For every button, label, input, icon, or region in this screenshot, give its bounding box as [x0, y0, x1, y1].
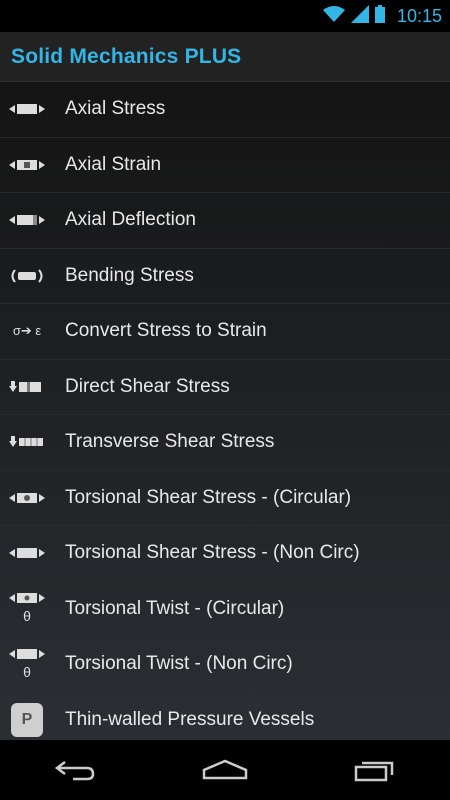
list-item-bending-stress[interactable]: Bending Stress [0, 249, 450, 304]
bending-stress-icon [0, 249, 54, 304]
list-item-direct-shear[interactable]: Direct Shear Stress [0, 360, 450, 415]
item-label: Convert Stress to Strain [65, 320, 267, 342]
axial-stress-icon [0, 82, 54, 137]
direct-shear-icon [0, 360, 54, 415]
navigation-bar [0, 740, 450, 800]
axial-deflection-icon [0, 193, 54, 248]
torsion-noncirc-icon [0, 526, 54, 581]
list-item-pressure-vessel[interactable]: P Thin-walled Pressure Vessels [0, 693, 450, 741]
item-label: Axial Strain [65, 153, 162, 175]
status-time: 10:15 [396, 5, 442, 26]
list-item-transverse-shear[interactable]: Transverse Shear Stress [0, 415, 450, 471]
transverse-shear-icon [0, 415, 54, 470]
twist-noncirc-icon: θ [0, 637, 54, 692]
twist-circular-icon: θ [0, 582, 54, 637]
menu-list: Axial Stress Axial Strain Axial Deflecti… [0, 82, 450, 740]
convert-glyph: σ➔ ε [12, 323, 42, 339]
home-button[interactable] [190, 750, 260, 790]
item-label: Direct Shear Stress [65, 375, 230, 397]
list-item-axial-stress[interactable]: Axial Stress [0, 82, 450, 138]
item-label: Bending Stress [65, 264, 194, 286]
status-bar: 10:15 [0, 0, 450, 32]
back-button[interactable] [40, 750, 110, 790]
item-label: Axial Stress [65, 98, 166, 120]
wifi-icon [322, 5, 345, 28]
list-item-torsion-circular[interactable]: Torsional Shear Stress - (Circular) [0, 471, 450, 526]
theta-glyph: θ [23, 663, 31, 680]
item-label: Axial Deflection [65, 209, 196, 231]
action-bar: Solid Mechanics PLUS [0, 32, 450, 82]
back-icon [54, 761, 95, 781]
item-label: Thin-walled Pressure Vessels [65, 709, 315, 731]
app-title: Solid Mechanics PLUS [11, 44, 242, 68]
torsion-circular-icon [0, 471, 54, 526]
item-label: Torsional Shear Stress - (Non Circ) [65, 542, 360, 564]
list-item-axial-deflection[interactable]: Axial Deflection [0, 193, 450, 249]
pressure-vessel-icon: P [0, 693, 54, 741]
item-label: Torsional Twist - (Circular) [65, 597, 285, 619]
list-item-axial-strain[interactable]: Axial Strain [0, 138, 450, 193]
convert-stress-strain-icon: σ➔ ε [0, 304, 54, 359]
list-item-convert-stress-strain[interactable]: σ➔ ε Convert Stress to Strain [0, 304, 450, 360]
item-label: Torsional Shear Stress - (Circular) [65, 486, 352, 508]
battery-icon [374, 4, 385, 28]
pressure-glyph: P [21, 711, 33, 729]
theta-glyph: θ [23, 608, 31, 625]
recent-apps-button[interactable] [340, 750, 410, 790]
recent-apps-icon [354, 761, 394, 782]
axial-strain-icon [0, 138, 54, 193]
item-label: Transverse Shear Stress [65, 431, 275, 453]
list-item-twist-circular[interactable]: θ Torsional Twist - (Circular) [0, 582, 450, 637]
signal-icon [350, 4, 369, 28]
list-item-torsion-noncirc[interactable]: Torsional Shear Stress - (Non Circ) [0, 526, 450, 582]
home-icon [202, 759, 248, 780]
list-item-twist-noncirc[interactable]: θ Torsional Twist - (Non Circ) [0, 637, 450, 693]
item-label: Torsional Twist - (Non Circ) [65, 653, 293, 675]
